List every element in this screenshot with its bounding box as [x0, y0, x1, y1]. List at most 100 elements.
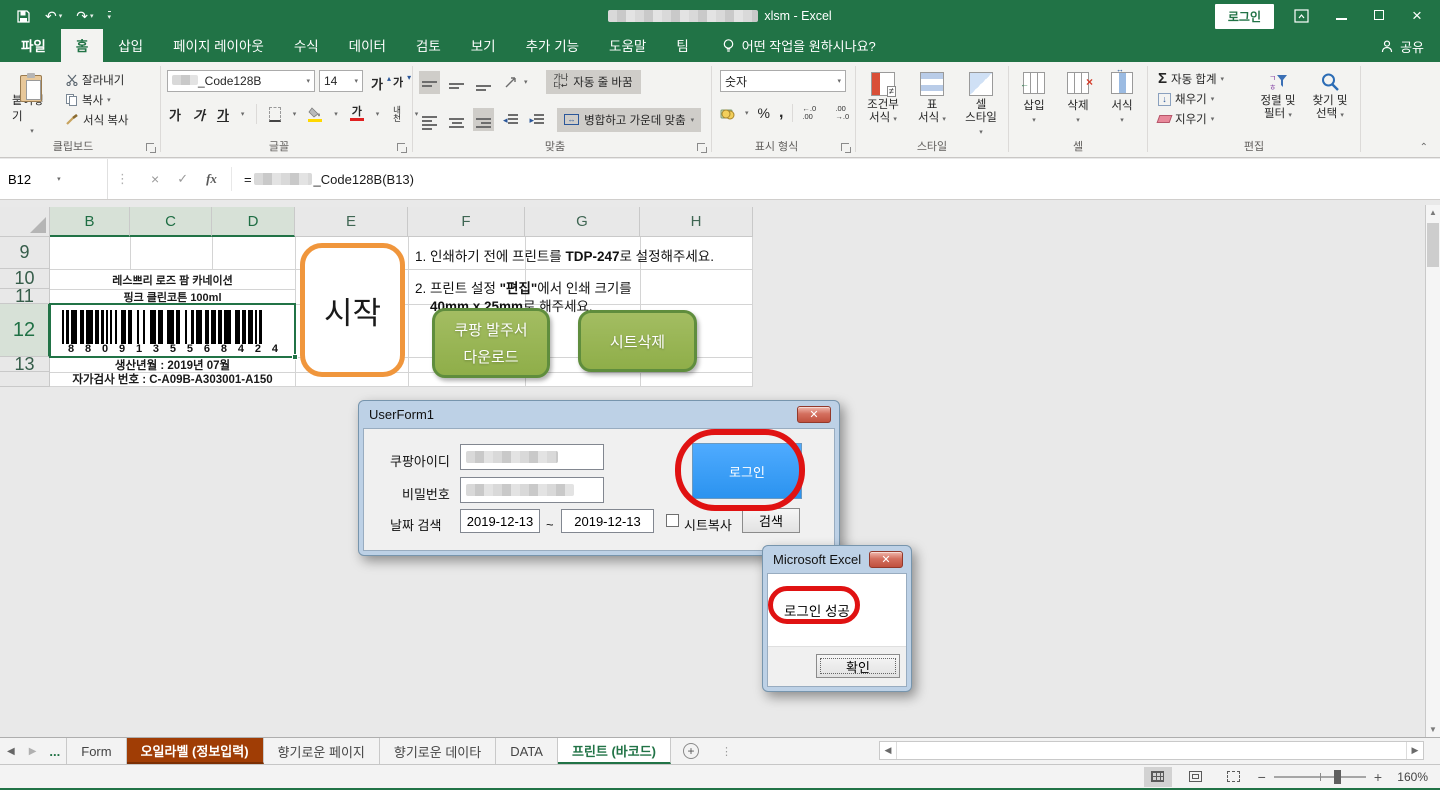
scroll-left-icon[interactable]: ◀ [880, 742, 897, 759]
scroll-up-icon[interactable]: ▲ [1426, 205, 1440, 220]
align-left-icon[interactable] [419, 106, 440, 133]
insert-function-icon[interactable]: fx [206, 171, 217, 187]
zoom-out-icon[interactable]: − [1258, 769, 1266, 785]
sheet-tab-향기로운 데이타[interactable]: 향기로운 데이타 [380, 738, 496, 764]
accounting-dropdown-icon[interactable]: ▾ [745, 109, 749, 117]
row-header-12[interactable]: 12 [0, 304, 50, 357]
percent-style-button[interactable]: % [758, 105, 770, 121]
format-cells-button[interactable]: ↔ 서식▾ [1101, 67, 1143, 129]
ribbon-tab-홈[interactable]: 홈 [61, 29, 103, 62]
userform-close-icon[interactable]: ✕ [797, 406, 831, 423]
select-all-corner[interactable] [0, 207, 50, 237]
close-button[interactable]: × [1408, 11, 1426, 21]
row-header-10[interactable]: 10 [0, 269, 50, 289]
ribbon-tab-데이터[interactable]: 데이터 [334, 29, 401, 62]
paste-button[interactable]: 붙여넣기 ▾ [6, 68, 58, 140]
font-color-icon[interactable]: 가 [350, 107, 364, 121]
row-header-11[interactable]: 11 [0, 289, 50, 304]
find-select-button[interactable]: 찾기 및선택 ▾ [1304, 67, 1356, 127]
normal-view-button[interactable] [1144, 767, 1172, 787]
ribbon-tab-file[interactable]: 파일 [6, 29, 61, 62]
column-header-E[interactable]: E [295, 207, 408, 237]
vertical-scrollbar[interactable]: ▲ ▼ [1425, 205, 1440, 737]
sheet-copy-checkbox[interactable] [666, 514, 679, 527]
date-to-field[interactable]: 2019-12-13 [561, 509, 654, 533]
enter-formula-icon[interactable]: ✓ [177, 171, 188, 187]
formula-input[interactable]: = _Code128B(B13) [232, 172, 414, 187]
sheet-tab-DATA[interactable]: DATA [496, 738, 558, 764]
coupang-id-field[interactable] [460, 444, 604, 470]
collapse-ribbon-icon[interactable]: ⌃ [1420, 142, 1428, 153]
ribbon-tab-보기[interactable]: 보기 [456, 29, 511, 62]
fill-color-icon[interactable] [308, 107, 322, 122]
format-as-table-button[interactable]: 표서식 ▾ [908, 67, 956, 131]
align-center-icon[interactable] [446, 108, 467, 131]
tell-me-search[interactable]: 어떤 작업을 원하시나요? [722, 36, 876, 62]
ribbon-tab-수식[interactable]: 수식 [279, 29, 334, 62]
password-field[interactable] [460, 477, 604, 503]
number-dialog-launcher-icon[interactable] [841, 143, 851, 153]
number-format-combobox[interactable]: 숫자▾ [720, 70, 846, 92]
scroll-right-icon[interactable]: ▶ [1406, 742, 1423, 759]
paste-dropdown-icon[interactable]: ▾ [30, 127, 34, 135]
decrease-indent-icon[interactable]: ◂ [500, 111, 521, 129]
undo-icon[interactable]: ↶▾ [45, 8, 62, 25]
cut-button[interactable]: 잘라내기 [62, 70, 133, 90]
row-header-9[interactable]: 9 [0, 237, 50, 269]
row-header-14[interactable] [0, 372, 50, 387]
vertical-scroll-thumb[interactable] [1427, 223, 1439, 267]
copy-button[interactable]: 복사▾ [62, 90, 133, 110]
align-top-icon[interactable] [419, 71, 440, 94]
sheet-nav-left-icon[interactable]: ◀ [0, 738, 22, 764]
clear-button[interactable]: 지우기▾ [1154, 109, 1228, 129]
orientation-icon[interactable] [504, 75, 518, 89]
cell-production-date[interactable]: 생산년월 : 2019년 07월 [50, 358, 295, 372]
page-layout-view-button[interactable] [1182, 767, 1210, 787]
ribbon-tab-페이지 레이아웃[interactable]: 페이지 레이아웃 [158, 29, 279, 62]
msgbox-titlebar[interactable]: Microsoft Excel ✕ [763, 546, 911, 570]
column-header-G[interactable]: G [525, 207, 640, 237]
font-size-combobox[interactable]: 14▾ [319, 70, 363, 92]
search-button[interactable]: 검색 [742, 508, 800, 533]
orientation-dropdown-icon[interactable]: ▾ [524, 78, 528, 86]
login-button[interactable]: 로그인 [692, 443, 802, 499]
ok-button[interactable]: 확인 [816, 654, 900, 678]
ribbon-display-options-icon[interactable] [1294, 9, 1312, 23]
ribbon-tab-검토[interactable]: 검토 [401, 29, 456, 62]
zoom-slider[interactable] [1274, 776, 1366, 778]
align-bottom-icon[interactable] [473, 71, 494, 94]
coupang-download-button[interactable]: 쿠팡 발주서다운로드 [432, 308, 550, 378]
msgbox-close-icon[interactable]: ✕ [869, 551, 903, 568]
selection-fill-handle[interactable] [292, 354, 298, 360]
delete-cells-button[interactable]: × 삭제▾ [1057, 67, 1099, 129]
titlebar-login-button[interactable]: 로그인 [1215, 4, 1274, 29]
merge-center-button[interactable]: ↔ 병합하고 가운데 맞춤 ▾ [557, 108, 701, 132]
borders-icon[interactable] [269, 107, 281, 122]
zoom-slider-thumb[interactable] [1334, 770, 1341, 784]
wrap-text-button[interactable]: 가나다↩ 자동 줄 바꿈 [546, 70, 641, 94]
italic-button[interactable]: 가 [193, 105, 205, 124]
fill-color-dropdown-icon[interactable]: ▾ [334, 110, 338, 118]
page-break-view-button[interactable] [1220, 767, 1248, 787]
sort-filter-button[interactable]: ㄱㅎ 정렬 및필터 ▾ [1252, 67, 1304, 127]
bold-button[interactable]: 가 [169, 105, 181, 124]
sheet-nav-right-icon[interactable]: ▶ [22, 738, 44, 764]
autosum-button[interactable]: Σ자동 합계▾ [1154, 68, 1228, 89]
column-header-C[interactable]: C [130, 207, 212, 237]
underline-dropdown-icon[interactable]: ▾ [241, 110, 245, 118]
row-header-13[interactable]: 13 [0, 357, 50, 372]
sheet-tab-향기로운 페이지[interactable]: 향기로운 페이지 [264, 738, 380, 764]
new-sheet-button[interactable]: + [671, 738, 711, 764]
name-box-dropdown-icon[interactable]: ▾ [57, 175, 61, 183]
insert-cells-button[interactable]: ← 삽입▾ [1013, 67, 1055, 129]
font-name-combobox[interactable]: _Code128B▾ [167, 70, 315, 92]
alignment-dialog-launcher-icon[interactable] [697, 143, 707, 153]
sheet-delete-button[interactable]: 시트삭제 [578, 310, 697, 372]
redo-icon[interactable]: ↷▾ [76, 8, 93, 25]
column-header-B[interactable]: B [50, 207, 130, 237]
format-painter-button[interactable]: 서식 복사 [62, 110, 133, 130]
fill-button[interactable]: ↓채우기▾ [1154, 89, 1228, 109]
name-box[interactable]: B12▾ [0, 159, 108, 199]
borders-dropdown-icon[interactable]: ▾ [293, 110, 297, 118]
minimize-button[interactable] [1332, 7, 1350, 25]
